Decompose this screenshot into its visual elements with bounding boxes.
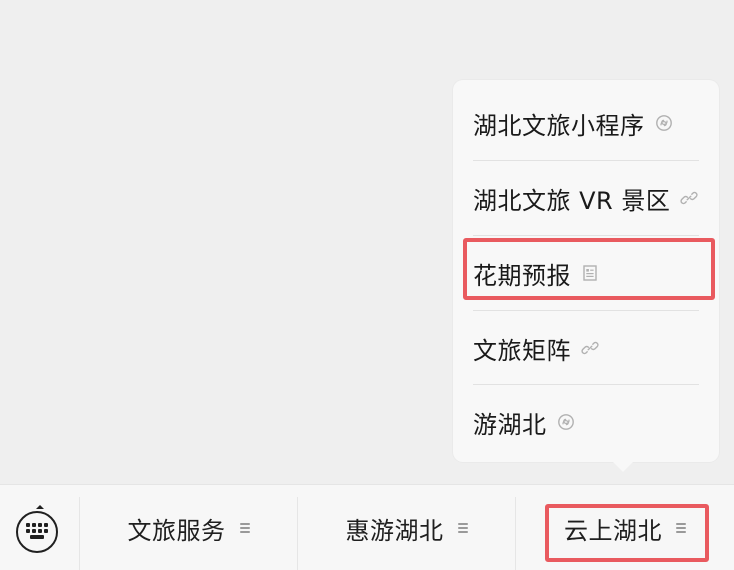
tab-culture-tourism-service[interactable]: 文旅服务 xyxy=(80,485,297,570)
tab-label: 云上湖北 xyxy=(564,516,662,545)
menu-icon xyxy=(676,522,686,534)
menu-item-label: 湖北文旅小程序 xyxy=(473,111,645,140)
tab-label: 文旅服务 xyxy=(127,516,226,545)
menu-item-label: 游湖北 xyxy=(473,410,547,439)
menu-icon xyxy=(457,522,468,534)
link-icon xyxy=(581,339,599,357)
menu-item-label: 湖北文旅 VR 景区 xyxy=(473,186,671,215)
tab-hui-you-hubei[interactable]: 惠游湖北 xyxy=(298,485,515,570)
wechat-official-account-screen: 湖北文旅小程序 湖北文旅 VR 景区 花期预报 文旅矩阵 游湖北 文旅服务 惠游… xyxy=(0,0,734,570)
menu-item-culture-tourism-matrix[interactable]: 文旅矩阵 xyxy=(473,310,699,385)
bottom-menu-bar: 文旅服务 惠游湖北 云上湖北 xyxy=(0,484,734,570)
menu-item-label: 花期预报 xyxy=(473,261,571,290)
menu-item-flower-forecast[interactable]: 花期预报 xyxy=(473,235,699,310)
keyboard-icon xyxy=(26,523,48,541)
submenu-popup: 湖北文旅小程序 湖北文旅 VR 景区 花期预报 文旅矩阵 游湖北 xyxy=(453,80,719,472)
keyboard-arrow-icon xyxy=(36,505,44,509)
link-icon xyxy=(680,189,698,207)
menu-item-hubei-travel-mini-program[interactable]: 湖北文旅小程序 xyxy=(473,86,699,160)
tab-cloud-hubei[interactable]: 云上湖北 xyxy=(516,485,734,570)
keyboard-toggle-button[interactable] xyxy=(16,511,58,553)
article-icon xyxy=(581,264,599,282)
mini-program-icon xyxy=(655,114,673,132)
menu-item-hubei-vr-scenic[interactable]: 湖北文旅 VR 景区 xyxy=(473,160,699,235)
mini-program-icon xyxy=(557,413,575,431)
menu-item-label: 文旅矩阵 xyxy=(473,336,571,365)
tab-label: 惠游湖北 xyxy=(345,516,444,545)
menu-item-tour-hubei[interactable]: 游湖北 xyxy=(473,384,699,459)
menu-icon xyxy=(239,522,250,534)
